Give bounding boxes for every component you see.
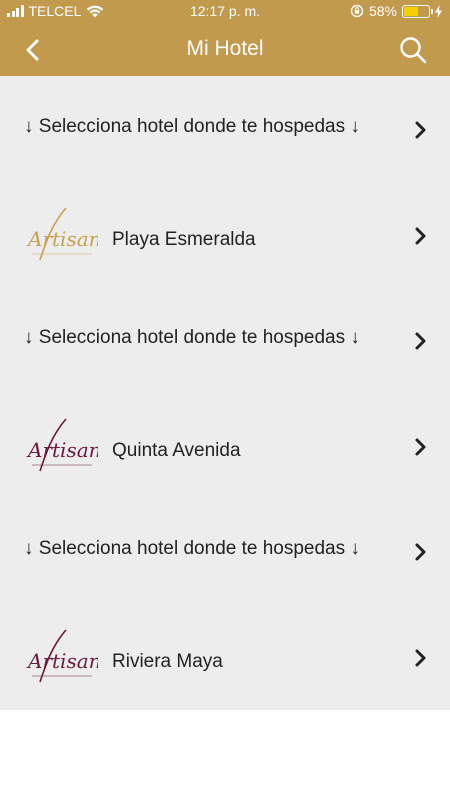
chevron-right-icon bbox=[415, 543, 426, 561]
list-item-prompt[interactable]: ↓ Selecciona hotel donde te hospedas ↓ bbox=[0, 76, 450, 181]
rotation-lock-icon bbox=[350, 4, 364, 18]
list-item-hotel[interactable]: Artisan Quinta Avenida bbox=[0, 393, 450, 498]
prompt-label: ↓ Selecciona hotel donde te hospedas ↓ bbox=[24, 116, 360, 137]
chevron-right-icon bbox=[415, 438, 426, 456]
nav-bar: Mi Hotel bbox=[0, 24, 450, 76]
hotel-logo-text: Artisan bbox=[26, 227, 98, 251]
hotel-name: Quinta Avenida bbox=[112, 440, 241, 461]
prompt-label: ↓ Selecciona hotel donde te hospedas ↓ bbox=[24, 327, 360, 348]
list-item-prompt[interactable]: ↓ Selecciona hotel donde te hospedas ↓ bbox=[0, 287, 450, 392]
hotel-logo: Artisan bbox=[26, 418, 98, 472]
search-icon[interactable] bbox=[398, 35, 428, 65]
hotel-logo-text: Artisan bbox=[26, 649, 98, 673]
status-bar: TELCEL 12:17 p. m. 58% bbox=[0, 0, 450, 24]
chevron-right-icon bbox=[415, 121, 426, 139]
page-title: Mi Hotel bbox=[186, 37, 264, 60]
hotel-name: Playa Esmeralda bbox=[112, 229, 256, 250]
chevron-right-icon bbox=[415, 332, 426, 350]
battery-percent: 58% bbox=[368, 3, 397, 19]
list-item-hotel[interactable]: Artisan Playa Esmeralda bbox=[0, 182, 450, 287]
charging-bolt-icon bbox=[435, 4, 442, 18]
hotel-logo: Artisan bbox=[26, 207, 98, 261]
list-item-hotel[interactable]: Artisan Riviera Maya bbox=[0, 604, 450, 709]
battery-group: 58% bbox=[350, 3, 442, 19]
hotel-list: ↓ Selecciona hotel donde te hospedas ↓ A… bbox=[0, 76, 450, 710]
chevron-right-icon bbox=[415, 649, 426, 667]
chevron-right-icon bbox=[415, 227, 426, 245]
prompt-label: ↓ Selecciona hotel donde te hospedas ↓ bbox=[24, 538, 360, 559]
hotel-logo-text: Artisan bbox=[26, 438, 98, 462]
hotel-name: Riviera Maya bbox=[112, 651, 223, 672]
list-item-prompt[interactable]: ↓ Selecciona hotel donde te hospedas ↓ bbox=[0, 498, 450, 603]
battery-icon bbox=[402, 4, 433, 18]
hotel-logo: Artisan bbox=[26, 629, 98, 683]
